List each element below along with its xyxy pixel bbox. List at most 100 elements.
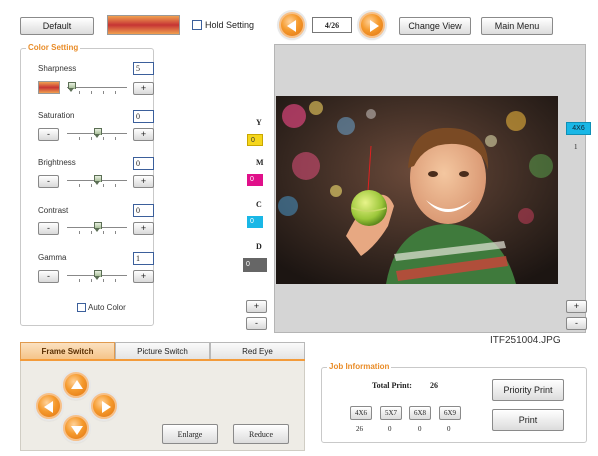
default-button-label: Default	[42, 21, 72, 31]
reduce-button[interactable]: Reduce	[233, 424, 289, 444]
y-label: Y	[256, 118, 262, 127]
photo-filename: ITF251004.JPG	[490, 335, 561, 346]
slider-thumb[interactable]	[94, 175, 102, 185]
total-print-value: 26	[430, 381, 438, 390]
sharpness-plus-button[interactable]: +	[133, 82, 154, 95]
page-counter: 4/26	[312, 17, 352, 33]
ymcd-plus-button[interactable]: +	[246, 300, 267, 313]
size-button-label: 6X9	[443, 409, 457, 417]
auto-color-label: Auto Color	[88, 303, 126, 312]
arrow-up-icon	[71, 380, 83, 389]
gamma-slider[interactable]	[67, 270, 127, 284]
saturation-value-field[interactable]: 0	[133, 110, 154, 123]
main-menu-label: Main Menu	[494, 21, 540, 31]
arrow-left-icon	[287, 20, 296, 32]
slider-thumb[interactable]	[68, 82, 76, 92]
print-button[interactable]: Print	[492, 409, 564, 431]
print-label: Print	[518, 415, 538, 425]
brightness-plus-button[interactable]: +	[133, 175, 154, 188]
sharpness-value-field[interactable]: 5	[133, 62, 154, 75]
print-size-badge[interactable]: 4X6	[566, 122, 591, 135]
saturation-plus-button[interactable]: +	[133, 128, 154, 141]
d-label: D	[256, 242, 262, 251]
m-label: M	[256, 158, 264, 167]
reduce-label: Reduce	[249, 429, 273, 439]
total-print-label: Total Print:	[372, 381, 412, 390]
saturation-slider[interactable]	[67, 128, 127, 142]
size-count-4x6: 26	[356, 425, 363, 433]
y-value-box[interactable]: 0	[247, 134, 263, 146]
d-value-box[interactable]: 0	[243, 258, 267, 272]
size-button-label: 5X7	[384, 409, 398, 417]
arrow-down-icon	[71, 426, 83, 435]
size-count-6x8: 0	[418, 425, 422, 433]
sharpness-swatch	[38, 81, 60, 94]
tab-red-eye-label: Red Eye	[242, 346, 273, 356]
size-button-6x8[interactable]: 6X8	[409, 406, 431, 420]
gamma-label: Gamma	[38, 253, 67, 262]
size-count-6x9: 0	[447, 425, 451, 433]
contrast-minus-button[interactable]: -	[38, 222, 59, 235]
page-counter-text: 4/26	[324, 20, 340, 30]
size-button-label: 6X8	[413, 409, 427, 417]
priority-print-label: Priority Print	[503, 385, 553, 395]
size-button-5x7[interactable]: 5X7	[380, 406, 402, 420]
gamma-minus-button[interactable]: -	[38, 270, 59, 283]
contrast-plus-button[interactable]: +	[133, 222, 154, 235]
slider-thumb[interactable]	[94, 128, 102, 138]
brightness-minus-button[interactable]: -	[38, 175, 59, 188]
hold-setting-checkbox[interactable]	[192, 20, 202, 30]
contrast-label: Contrast	[38, 206, 69, 215]
c-label: C	[256, 200, 262, 209]
print-count: 1	[574, 143, 578, 151]
photo-preview-area[interactable]	[274, 44, 586, 333]
slider-track	[67, 87, 127, 88]
sharpness-slider[interactable]	[67, 82, 127, 96]
size-button-label: 4X6	[354, 409, 368, 417]
saturation-minus-button[interactable]: -	[38, 128, 59, 141]
move-left-button[interactable]	[36, 393, 62, 419]
size-count-5x7: 0	[388, 425, 392, 433]
contrast-value-field[interactable]: 0	[133, 204, 154, 217]
contrast-slider[interactable]	[67, 222, 127, 236]
arrow-right-icon	[102, 401, 111, 413]
move-right-button[interactable]	[91, 393, 117, 419]
count-plus-button[interactable]: +	[566, 300, 587, 313]
arrow-right-icon	[370, 20, 379, 32]
main-menu-button[interactable]: Main Menu	[481, 17, 553, 35]
move-up-button[interactable]	[63, 372, 89, 398]
saturation-label: Saturation	[38, 111, 75, 120]
gamma-plus-button[interactable]: +	[133, 270, 154, 283]
sharpness-label: Sharpness	[38, 64, 77, 73]
slider-thumb[interactable]	[94, 270, 102, 280]
default-button[interactable]: Default	[20, 17, 94, 35]
m-value-box[interactable]: 0	[247, 174, 263, 186]
slider-thumb[interactable]	[94, 222, 102, 232]
c-value-box[interactable]: 0	[247, 216, 263, 228]
enlarge-label: Enlarge	[177, 429, 203, 439]
enlarge-button[interactable]: Enlarge	[162, 424, 218, 444]
size-button-6x9[interactable]: 6X9	[439, 406, 461, 420]
gamma-value-field[interactable]: 1	[133, 252, 154, 265]
move-down-button[interactable]	[63, 415, 89, 441]
size-button-4x6[interactable]: 4X6	[350, 406, 372, 420]
next-picture-button[interactable]	[359, 12, 385, 38]
count-minus-button[interactable]: -	[566, 317, 587, 330]
auto-color-checkbox[interactable]	[77, 303, 86, 312]
priority-print-button[interactable]: Priority Print	[492, 379, 564, 401]
tab-picture-switch[interactable]: Picture Switch	[115, 342, 210, 359]
change-view-button[interactable]: Change View	[399, 17, 471, 35]
tab-frame-switch[interactable]: Frame Switch	[20, 342, 115, 359]
color-gradient-swatch	[107, 15, 180, 35]
tab-red-eye[interactable]: Red Eye	[210, 342, 305, 359]
ymcd-minus-button[interactable]: -	[246, 317, 267, 330]
brightness-value-field[interactable]: 0	[133, 157, 154, 170]
tab-frame-switch-label: Frame Switch	[41, 346, 94, 356]
brightness-slider[interactable]	[67, 175, 127, 189]
previous-picture-button[interactable]	[279, 12, 305, 38]
change-view-label: Change View	[408, 21, 462, 31]
print-size-badge-text: 4X6	[572, 125, 585, 132]
arrow-left-icon	[44, 401, 53, 413]
brightness-label: Brightness	[38, 158, 76, 167]
photo-image	[276, 96, 558, 284]
